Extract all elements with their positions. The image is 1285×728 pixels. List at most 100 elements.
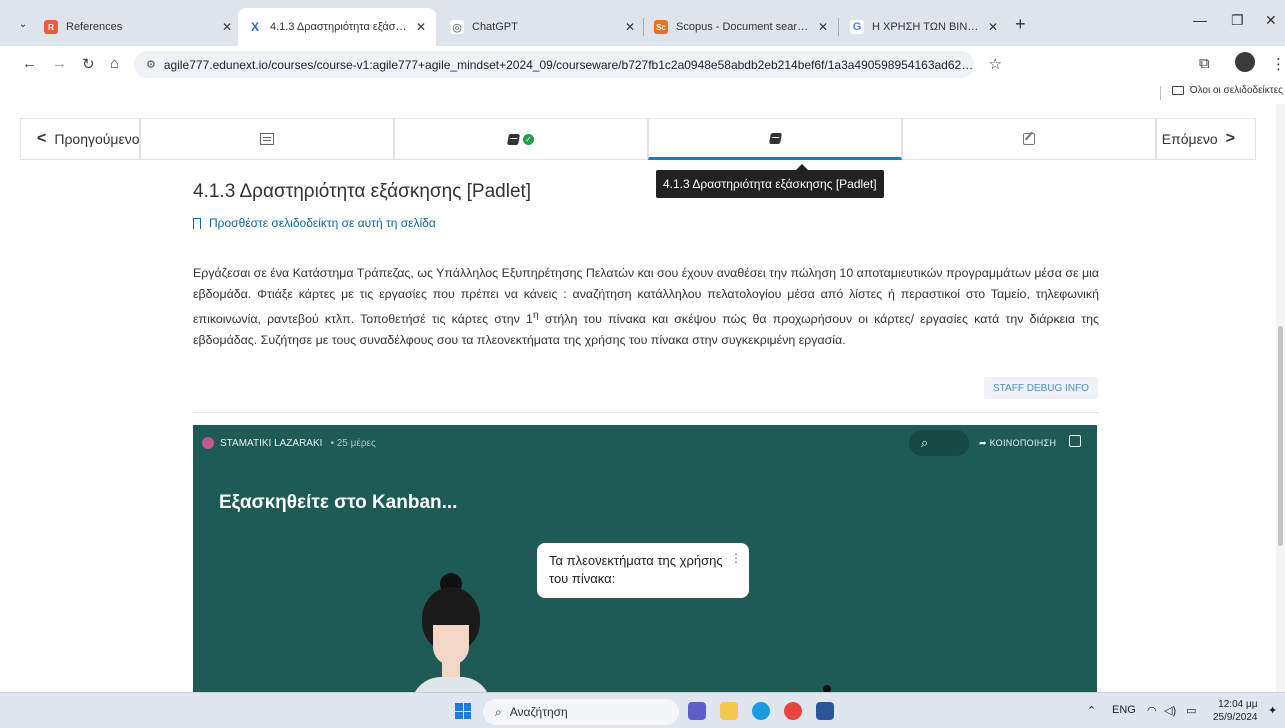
book-icon (507, 133, 520, 145)
restore-icon[interactable]: ❐ (1231, 12, 1244, 29)
padlet-card-text: Τα πλεονεκτήματα της χρήσης του πίνακα: (549, 553, 723, 586)
bookmarks-divider (1160, 86, 1161, 100)
film-icon (260, 133, 274, 145)
close-tab-icon[interactable]: ✕ (818, 20, 828, 34)
minimize-icon[interactable]: — (1193, 12, 1207, 28)
volume-icon[interactable]: ◁) (1164, 704, 1176, 717)
bookmarks-bar: Όλοι οι σελιδοδείκτες (0, 82, 1285, 104)
url-bar[interactable]: ⚙ agile777.edunext.io/courses/course-v1:… (134, 51, 1002, 78)
content-divider (193, 412, 1099, 413)
open-external-icon[interactable] (1069, 435, 1081, 447)
chatgpt-favicon-icon: ◎ (450, 20, 464, 34)
check-circle-icon: ✓ (523, 133, 534, 145)
tab-scopus[interactable]: Sc Scopus - Document search resu ✕ (644, 8, 838, 46)
unit-tab-problem[interactable] (902, 118, 1156, 160)
tab-title: ChatGPT (472, 21, 518, 33)
book-icon (768, 132, 782, 144)
illustration-figure (433, 625, 469, 665)
home-icon[interactable]: ⌂ (110, 55, 119, 72)
url-text: agile777.edunext.io/courses/course-v1:ag… (163, 57, 974, 72)
tab-active-course[interactable]: X 4.1.3 Δραστηριότητα εξάσκησης ✕ (238, 8, 436, 46)
unit-tooltip: 4.1.3 Δραστηριότητα εξάσκησης [Padlet] (656, 164, 884, 198)
add-bookmark-button[interactable]: Προσθέστε σελιδοδείκτη σε αυτή τη σελίδα (193, 216, 436, 230)
close-tab-icon[interactable]: ✕ (625, 20, 635, 34)
chevron-right-icon: > (1225, 130, 1235, 147)
tab-strip: ⌄ R References ✕ X 4.1.3 Δραστηριότητα ε… (0, 0, 1285, 46)
tab-divider (838, 18, 839, 36)
windows-taskbar: ⌕ Αναζήτηση ⌃ ENG ◠ ◁) ▭ 12:04 μμ 25/9/2… (0, 692, 1285, 728)
clock-date: 25/9/2024 (1213, 712, 1258, 723)
all-bookmarks-label: Όλοι οι σελιδοδείκτες (1189, 85, 1283, 96)
more-options-icon[interactable]: ⋮ (730, 549, 742, 567)
reload-icon[interactable]: ↻ (82, 55, 95, 73)
language-indicator[interactable]: ENG (1112, 704, 1136, 716)
unit-tab-video[interactable] (140, 118, 394, 160)
page-title: 4.1.3 Δραστηριότητα εξάσκησης [Padlet] (193, 181, 532, 202)
teams-icon[interactable] (688, 702, 706, 720)
next-label: Επόμενο (1161, 131, 1218, 147)
battery-icon[interactable]: ▭ (1186, 704, 1196, 717)
author-name: STAMATIKI LAZARAKI (220, 437, 323, 449)
extensions-icon[interactable]: ⧉ (1199, 55, 1210, 72)
menu-kebab-icon[interactable]: ⋮ (1271, 55, 1285, 73)
bookmark-star-icon[interactable]: ☆ (989, 55, 1002, 73)
avatar (202, 437, 214, 449)
back-arrow-icon[interactable]: ← (22, 55, 37, 72)
file-explorer-icon[interactable] (720, 702, 738, 720)
next-button[interactable]: Επόμενο > (1156, 118, 1256, 160)
word-icon[interactable] (816, 702, 834, 720)
tab-title: References (66, 21, 123, 33)
wifi-icon[interactable]: ◠ (1147, 704, 1157, 717)
padlet-share-button[interactable]: ➦ ΚΟΙΝΟΠΟΙΗΣΗ (979, 438, 1056, 449)
new-tab-plus-icon[interactable]: + (1015, 14, 1026, 35)
search-icon: ⌕ (495, 704, 502, 719)
post-age: • 25 μέρες (330, 437, 376, 449)
google-favicon-icon: G (850, 20, 864, 34)
edit-icon (1023, 133, 1035, 145)
previous-label: Προηγούμενο (54, 131, 140, 147)
page-scrollbar[interactable] (1276, 104, 1285, 692)
previous-button[interactable]: < Προηγούμενο (20, 118, 140, 160)
address-toolbar: ← → ↻ ⌂ ⚙ agile777.edunext.io/courses/co… (0, 46, 1285, 82)
scrollbar-thumb[interactable] (1278, 326, 1283, 546)
staff-debug-button[interactable]: STAFF DEBUG INFO (984, 377, 1098, 399)
all-bookmarks-button[interactable]: Όλοι οι σελιδοδείκτες (1171, 85, 1283, 96)
system-clock[interactable]: 12:04 μμ 25/9/2024 (1213, 698, 1258, 724)
unit-tab-reading-complete[interactable]: ✓ (394, 118, 648, 160)
edge-icon[interactable] (752, 702, 770, 720)
close-window-icon[interactable]: ✕ (1265, 12, 1277, 29)
padlet-author: STAMATIKI LAZARAKI • 25 μέρες (202, 437, 376, 449)
padlet-embed[interactable]: STAMATIKI LAZARAKI • 25 μέρες ⌕ ➦ ΚΟΙΝΟΠ… (193, 425, 1097, 695)
add-bookmark-label: Προσθέστε σελιδοδείκτη σε αυτή τη σελίδα (209, 216, 436, 230)
padlet-post-card[interactable]: Τα πλεονεκτήματα της χρήσης του πίνακα: … (537, 543, 749, 598)
tab-title: Scopus - Document search resu (676, 21, 812, 33)
padlet-search-button[interactable]: ⌕ (909, 430, 969, 456)
sequence-navigation: < Προηγούμενο ✓ Επόμενο > (20, 118, 1264, 160)
tab-search-chevron-icon[interactable]: ⌄ (12, 14, 34, 34)
unit-tab-padlet[interactable] (648, 118, 902, 160)
chrome-icon[interactable] (784, 702, 802, 720)
close-tab-icon[interactable]: ✕ (416, 20, 426, 34)
folder-icon (1171, 86, 1184, 95)
tray-chevron-up-icon[interactable]: ⌃ (1087, 704, 1096, 717)
activity-description: Εργάζεσαι σε ένα Κατάστημα Τράπεζας, ως … (193, 266, 1100, 348)
search-placeholder: Αναζήτηση (509, 705, 568, 719)
tab-google[interactable]: G Η ΧΡΗΣΗ ΤΩΝ ΒΙΝΤΕΟ ΣΤΑ ΜΟ ✕ (840, 8, 1008, 46)
forward-arrow-icon[interactable]: → (52, 55, 67, 72)
close-tab-icon[interactable]: ✕ (988, 20, 998, 34)
edx-favicon-icon: X (248, 20, 262, 34)
tab-title: Η ΧΡΗΣΗ ΤΩΝ ΒΙΝΤΕΟ ΣΤΑ ΜΟ (872, 21, 982, 33)
bookmark-icon (193, 217, 201, 229)
superscript: η (532, 310, 539, 321)
tab-title: 4.1.3 Δραστηριότητα εξάσκησης (270, 21, 410, 33)
close-tab-icon[interactable]: ✕ (222, 20, 232, 34)
profile-avatar[interactable] (1235, 52, 1255, 72)
taskbar-search-input[interactable]: ⌕ Αναζήτηση (483, 699, 679, 725)
tab-chatgpt[interactable]: ◎ ChatGPT ✕ (440, 8, 645, 46)
tab-references[interactable]: R References ✕ (34, 8, 242, 46)
notifications-icon[interactable]: ✦ (1268, 704, 1277, 717)
windows-start-icon[interactable] (455, 703, 471, 719)
scopus-favicon-icon: Sc (654, 20, 668, 34)
padlet-title: Εξασκηθείτε στο Kanban... (219, 492, 458, 513)
site-info-icon[interactable]: ⚙ (146, 58, 156, 71)
